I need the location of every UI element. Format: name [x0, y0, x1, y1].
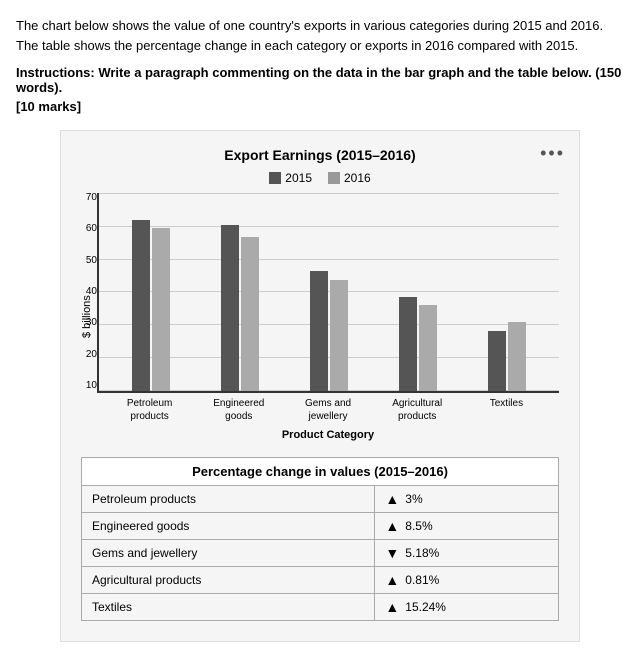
x-tick-label: Engineeredgoods	[194, 397, 283, 423]
x-labels: PetroleumproductsEngineeredgoodsGems and…	[97, 397, 559, 423]
change-value: 8.5%	[405, 519, 432, 533]
change-value: 0.81%	[405, 573, 439, 587]
y-tick-label: 60	[69, 224, 97, 234]
table-category: Textiles	[82, 594, 375, 621]
bar-group	[462, 322, 551, 391]
y-tick-label: 10	[69, 381, 97, 391]
y-labels: 70 60 50 40 30 20 10	[69, 193, 97, 391]
bar-2016	[330, 280, 348, 391]
bar-2015	[488, 331, 506, 391]
x-tick-label: Gems andjewellery	[283, 397, 372, 423]
table-change: ▲ 15.24%	[375, 594, 559, 621]
change-table: Percentage change in values (2015–2016) …	[81, 457, 559, 621]
table-category: Gems and jewellery	[82, 540, 375, 567]
table-row: Petroleum products ▲ 3%	[82, 486, 559, 513]
chart-container: ••• Export Earnings (2015–2016) 2015 2016…	[60, 130, 580, 642]
x-axis-label: Product Category	[97, 429, 559, 441]
bar-group	[107, 220, 196, 391]
bar-2015	[399, 297, 417, 391]
chart-inner: 70605040302010 PetroleumproductsEngineer…	[97, 193, 559, 441]
bar-2015	[221, 225, 239, 391]
up-arrow-icon: ▲	[385, 491, 399, 507]
legend-color-box	[328, 172, 340, 184]
bar-chart: $ billions 70605040302010 Petroleumprodu…	[81, 193, 559, 441]
more-options-icon[interactable]: •••	[540, 143, 565, 164]
table-category: Agricultural products	[82, 567, 375, 594]
bar-2016	[241, 237, 259, 391]
marks-text: [10 marks]	[16, 99, 624, 114]
table-row: Agricultural products ▲ 0.81%	[82, 567, 559, 594]
x-tick-label: Petroleumproducts	[105, 397, 194, 423]
table-section: Percentage change in values (2015–2016) …	[81, 457, 559, 621]
bar-group	[196, 225, 285, 391]
y-tick-label: 30	[69, 318, 97, 328]
bar-2015	[310, 271, 328, 391]
table-row: Textiles ▲ 15.24%	[82, 594, 559, 621]
y-tick-label: 20	[69, 350, 97, 360]
bar-2016	[152, 228, 170, 391]
change-value: 3%	[405, 492, 422, 506]
table-category: Petroleum products	[82, 486, 375, 513]
bar-2016	[419, 305, 437, 391]
table-change: ▼ 5.18%	[375, 540, 559, 567]
down-arrow-icon: ▼	[385, 545, 399, 561]
chart-legend: 2015 2016	[81, 171, 559, 185]
grid-line	[99, 193, 559, 194]
legend-label: 2016	[344, 171, 371, 185]
intro-paragraph: The chart below shows the value of one c…	[16, 16, 624, 55]
legend-item: 2016	[328, 171, 371, 185]
legend-color-box	[269, 172, 281, 184]
bar-group	[285, 271, 374, 391]
y-tick-label: 70	[69, 193, 97, 203]
bar-2015	[132, 220, 150, 391]
x-tick-label: Agriculturalproducts	[373, 397, 462, 423]
change-value: 15.24%	[405, 600, 446, 614]
y-tick-label: 50	[69, 256, 97, 266]
up-arrow-icon: ▲	[385, 518, 399, 534]
up-arrow-icon: ▲	[385, 572, 399, 588]
up-arrow-icon: ▲	[385, 599, 399, 615]
table-change: ▲ 0.81%	[375, 567, 559, 594]
bar-2016	[508, 322, 526, 391]
bar-area: 70605040302010	[97, 193, 559, 393]
bar-group	[373, 297, 462, 391]
x-tick-label: Textiles	[462, 397, 551, 423]
legend-item: 2015	[269, 171, 312, 185]
legend-label: 2015	[285, 171, 312, 185]
table-header: Percentage change in values (2015–2016)	[82, 458, 559, 486]
instructions-text: Instructions: Write a paragraph commenti…	[16, 65, 624, 95]
table-row: Gems and jewellery ▼ 5.18%	[82, 540, 559, 567]
chart-title: Export Earnings (2015–2016)	[81, 147, 559, 163]
table-change: ▲ 3%	[375, 486, 559, 513]
y-tick-label: 40	[69, 287, 97, 297]
change-value: 5.18%	[405, 546, 439, 560]
